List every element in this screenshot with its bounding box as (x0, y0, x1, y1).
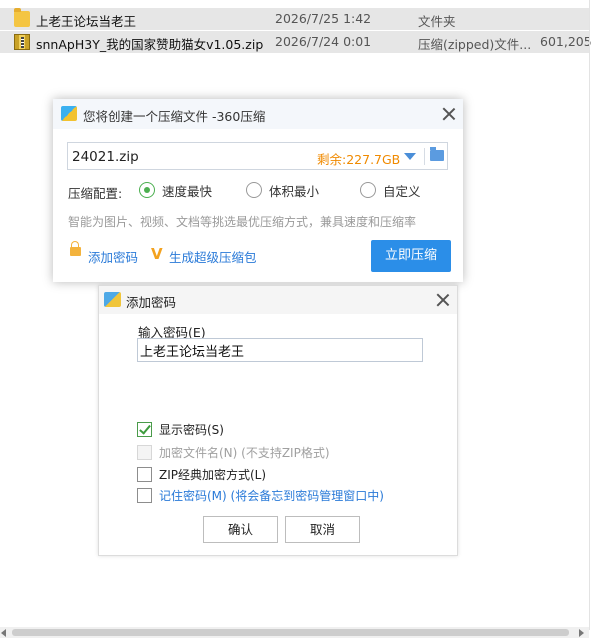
zip-classic-encrypt-checkbox[interactable]: ZIP经典加密方式(L) (137, 465, 266, 483)
add-password-link[interactable]: 添加密码 (88, 247, 138, 266)
radio-fastest[interactable]: 速度最快 (139, 181, 212, 199)
remaining-space: 剩余:227.7GB (317, 152, 401, 167)
radio-label: 速度最快 (162, 183, 213, 199)
file-row-zip[interactable]: snnApH3Y_我的国家赞助猫女v1.05.zip 2026/7/24 0:0… (0, 31, 592, 53)
add-password-dialog: 添加密码 输入密码(E) 显示密码(S) 加密文件名(N) (不支持ZIP格式)… (98, 285, 458, 556)
confirm-button[interactable]: 确认 (203, 516, 278, 543)
compress-dialog: 您将创建一个压缩文件 -360压缩 24021.zip 剩余:227.7GB 压… (53, 99, 463, 282)
close-icon[interactable] (442, 107, 456, 121)
config-label: 压缩配置: (68, 186, 123, 201)
field-divider (424, 148, 425, 165)
compress-dialog-title: 您将创建一个压缩文件 -360压缩 (83, 109, 266, 124)
file-date: 2026/7/24 0:01 (275, 34, 372, 49)
scroll-left-icon[interactable] (1, 629, 6, 637)
file-size: 601,205 (540, 34, 592, 49)
radio-dot (246, 182, 262, 198)
checkbox-label: ZIP经典加密方式(L) (159, 467, 267, 482)
radio-custom[interactable]: 自定义 (360, 181, 421, 199)
compress-dialog-titlebar[interactable]: 您将创建一个压缩文件 -360压缩 (53, 99, 463, 129)
radio-label: 体积最小 (269, 183, 320, 199)
zip-icon (14, 34, 30, 50)
encrypt-filename-checkbox: 加密文件名(N) (不支持ZIP格式) (137, 443, 330, 461)
checkbox-box (137, 466, 152, 482)
pane-divider (589, 0, 590, 630)
radio-label: 自定义 (383, 183, 421, 199)
scrollbar-thumb[interactable] (12, 629, 569, 636)
cancel-button[interactable]: 取消 (285, 516, 360, 543)
file-name: 上老王论坛当老王 (36, 14, 137, 29)
remember-password-checkbox[interactable]: 记住密码(M) (将会备忘到密码管理窗口中) (137, 486, 384, 504)
checkbox-box (137, 444, 152, 460)
radio-smallest[interactable]: 体积最小 (246, 181, 319, 199)
lock-icon (70, 241, 81, 256)
horizontal-scrollbar[interactable] (0, 627, 589, 638)
checkbox-box (137, 421, 152, 437)
compress-now-button[interactable]: 立即压缩 (371, 240, 451, 272)
close-icon[interactable] (436, 293, 450, 307)
checkbox-box (137, 487, 152, 503)
app-360-icon (104, 292, 121, 307)
file-type: 文件夹 (418, 14, 456, 29)
radio-dot (360, 182, 376, 198)
vip-icon: V (151, 245, 163, 263)
password-dialog-title: 添加密码 (126, 295, 177, 310)
checkbox-label: 记住密码(M) (将会备忘到密码管理窗口中) (159, 488, 384, 503)
output-filename[interactable]: 24021.zip (72, 149, 139, 165)
super-pack-link[interactable]: 生成超级压缩包 (169, 247, 257, 266)
password-dialog-titlebar[interactable]: 添加密码 (99, 286, 457, 314)
file-name: snnApH3Y_我的国家赞助猫女v1.05.zip (36, 37, 264, 52)
radio-dot (139, 182, 155, 198)
file-row-folder[interactable]: 上老王论坛当老王 2026/7/25 1:42 文件夹 (0, 8, 589, 30)
show-password-checkbox[interactable]: 显示密码(S) (137, 420, 224, 438)
checkbox-label: 显示密码(S) (159, 422, 224, 437)
checkbox-label: 加密文件名(N) (不支持ZIP格式) (159, 445, 330, 460)
chevron-down-icon[interactable] (404, 153, 416, 160)
compress-hint: 智能为图片、视频、文档等挑选最优压缩方式，兼具速度和压缩率 (68, 215, 417, 229)
output-path-field[interactable]: 24021.zip 剩余:227.7GB (67, 142, 448, 170)
app-360-icon (61, 106, 77, 121)
browse-folder-icon[interactable] (430, 147, 444, 161)
file-list: 上老王论坛当老王 2026/7/25 1:42 文件夹 snnApH3Y_我的国… (0, 8, 592, 54)
file-type: 压缩(zipped)文件... (418, 37, 532, 52)
password-input[interactable] (137, 338, 423, 362)
scroll-right-icon[interactable] (579, 629, 584, 637)
file-date: 2026/7/25 1:42 (275, 11, 372, 26)
folder-icon (14, 8, 30, 27)
